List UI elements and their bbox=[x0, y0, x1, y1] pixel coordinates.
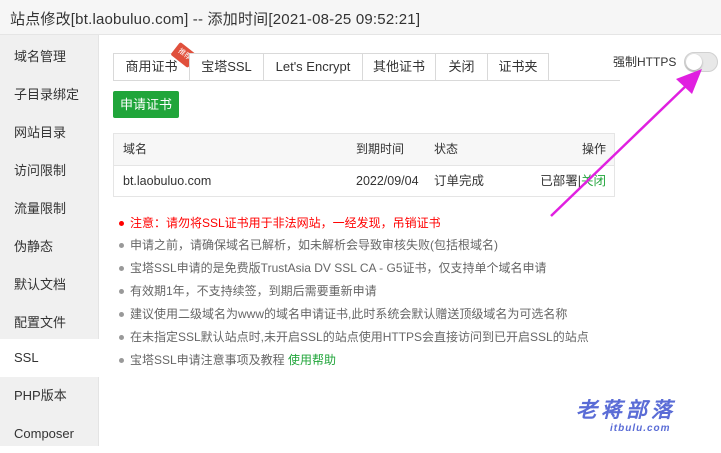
window-title: 站点修改[bt.laobuluo.com] -- 添加时间[2021-08-25… bbox=[10, 11, 421, 28]
note-item: 宝塔SSL申请的是免费版TrustAsia DV SSL CA - G5证书，仅… bbox=[119, 257, 547, 279]
tab-lets-encrypt[interactable]: Let's Encrypt bbox=[263, 53, 363, 81]
note-text: 有效期1年，不支持续签，到期后需要重新申请 bbox=[130, 284, 377, 298]
sidebar-item-composer[interactable]: Composer bbox=[0, 415, 99, 453]
tab-bt-ssl[interactable]: 宝塔SSL bbox=[189, 53, 264, 81]
table-header: 域名 到期时间 状态 操作 bbox=[114, 134, 614, 166]
sidebar-item-php-version[interactable]: PHP版本 bbox=[0, 377, 99, 415]
note-item: 在未指定SSL默认站点时,未开启SSL的站点使用HTTPS会直接访问到已开启SS… bbox=[119, 326, 589, 348]
column-header-domain: 域名 bbox=[123, 142, 148, 156]
force-https-toggle[interactable] bbox=[684, 52, 718, 72]
note-text: 宝塔SSL申请注意事项及教程 bbox=[130, 353, 285, 367]
sidebar-item-subdirectory-binding[interactable]: 子目录绑定 bbox=[0, 76, 99, 114]
note-text: 申请之前，请确保域名已解析，如未解析会导致审核失败(包括根域名) bbox=[130, 238, 498, 252]
apply-certificate-button[interactable]: 申请证书 bbox=[113, 91, 179, 118]
tab-label: Let's Encrypt bbox=[275, 59, 351, 74]
note-item: 申请之前，请确保域名已解析，如未解析会导致审核失败(包括根域名) bbox=[119, 234, 498, 256]
note-text: 注意：请勿将SSL证书用于非法网站，一经发现，吊销证书 bbox=[130, 216, 441, 230]
deployed-text: 已部署 bbox=[540, 174, 578, 188]
sidebar-item-access-limit[interactable]: 访问限制 bbox=[0, 152, 99, 190]
note-text: 在未指定SSL默认站点时,未开启SSL的站点使用HTTPS会直接访问到已开启SS… bbox=[130, 330, 589, 344]
force-https-label: 强制HTTPS bbox=[613, 55, 677, 69]
cell-status: 订单完成 bbox=[434, 174, 485, 188]
help-link[interactable]: 使用帮助 bbox=[288, 353, 336, 367]
sidebar-item-default-document[interactable]: 默认文档 bbox=[0, 266, 99, 304]
window-titlebar: 站点修改[bt.laobuluo.com] -- 添加时间[2021-08-25… bbox=[0, 0, 721, 35]
tab-commercial-cert[interactable]: 商用证书 推荐 bbox=[113, 41, 198, 81]
tab-cert-folder[interactable]: 证书夹 bbox=[487, 53, 549, 81]
tab-other-cert[interactable]: 其他证书 bbox=[362, 53, 436, 81]
watermark-title: 老蒋部落 bbox=[576, 398, 676, 422]
cell-expire: 2022/09/04 bbox=[356, 174, 419, 188]
note-item: 注意：请勿将SSL证书用于非法网站，一经发现，吊销证书 bbox=[119, 212, 441, 234]
tab-label: 其他证书 bbox=[372, 59, 425, 74]
watermark-logo: 老蒋部落 itbulu.com bbox=[568, 394, 718, 442]
tab-close[interactable]: 关闭 bbox=[435, 53, 488, 81]
column-header-expire: 到期时间 bbox=[356, 142, 405, 156]
sidebar-item-site-directory[interactable]: 网站目录 bbox=[0, 114, 99, 152]
note-text: 建议使用二级域名为www的域名申请证书,此时系统会默认赠送顶级域名为可选名称 bbox=[130, 307, 568, 321]
tab-label: 宝塔SSL bbox=[201, 59, 252, 74]
watermark-url: itbulu.com bbox=[610, 423, 671, 434]
column-header-action: 操作 bbox=[581, 142, 606, 156]
note-item: 宝塔SSL申请注意事项及教程 使用帮助 bbox=[119, 349, 336, 371]
sidebar-item-config-file[interactable]: 配置文件 bbox=[0, 304, 99, 342]
tab-label: 商用证书 bbox=[125, 59, 178, 74]
bullet-icon bbox=[119, 221, 124, 227]
sidebar: 域名管理 子目录绑定 网站目录 访问限制 流量限制 伪静态 默认文档 配置文件 … bbox=[0, 35, 99, 446]
column-header-status: 状态 bbox=[434, 142, 459, 156]
toggle-knob bbox=[686, 54, 702, 70]
cell-action: 已部署|关闭 bbox=[540, 166, 606, 197]
bullet-icon bbox=[119, 312, 124, 318]
table-row: bt.laobuluo.com 2022/09/04 订单完成 已部署|关闭 bbox=[114, 166, 614, 197]
tab-label: 关闭 bbox=[448, 59, 475, 74]
sidebar-item-traffic-limit[interactable]: 流量限制 bbox=[0, 190, 99, 228]
sidebar-item-ssl[interactable]: SSL bbox=[0, 339, 99, 377]
cell-domain: bt.laobuluo.com bbox=[123, 174, 212, 188]
bullet-icon bbox=[119, 358, 124, 364]
ssl-tabs: 商用证书 推荐 宝塔SSL Let's Encrypt 其他证书 关闭 证书夹 bbox=[113, 41, 549, 81]
note-item: 有效期1年，不支持续签，到期后需要重新申请 bbox=[119, 280, 377, 302]
close-cert-link[interactable]: 关闭 bbox=[581, 174, 606, 188]
sidebar-item-rewrite[interactable]: 伪静态 bbox=[0, 228, 99, 266]
bullet-icon bbox=[119, 266, 124, 272]
bullet-icon bbox=[119, 335, 124, 341]
tab-label: 证书夹 bbox=[498, 59, 538, 74]
note-item: 建议使用二级域名为www的域名申请证书,此时系统会默认赠送顶级域名为可选名称 bbox=[119, 303, 567, 325]
sidebar-item-domain-management[interactable]: 域名管理 bbox=[0, 38, 99, 76]
certificate-table: 域名 到期时间 状态 操作 bt.laobuluo.com 2022/09/04… bbox=[113, 133, 615, 197]
bullet-icon bbox=[119, 243, 124, 249]
note-text: 宝塔SSL申请的是免费版TrustAsia DV SSL CA - G5证书，仅… bbox=[130, 261, 547, 275]
tabs-divider bbox=[113, 80, 620, 81]
bullet-icon bbox=[119, 289, 124, 295]
